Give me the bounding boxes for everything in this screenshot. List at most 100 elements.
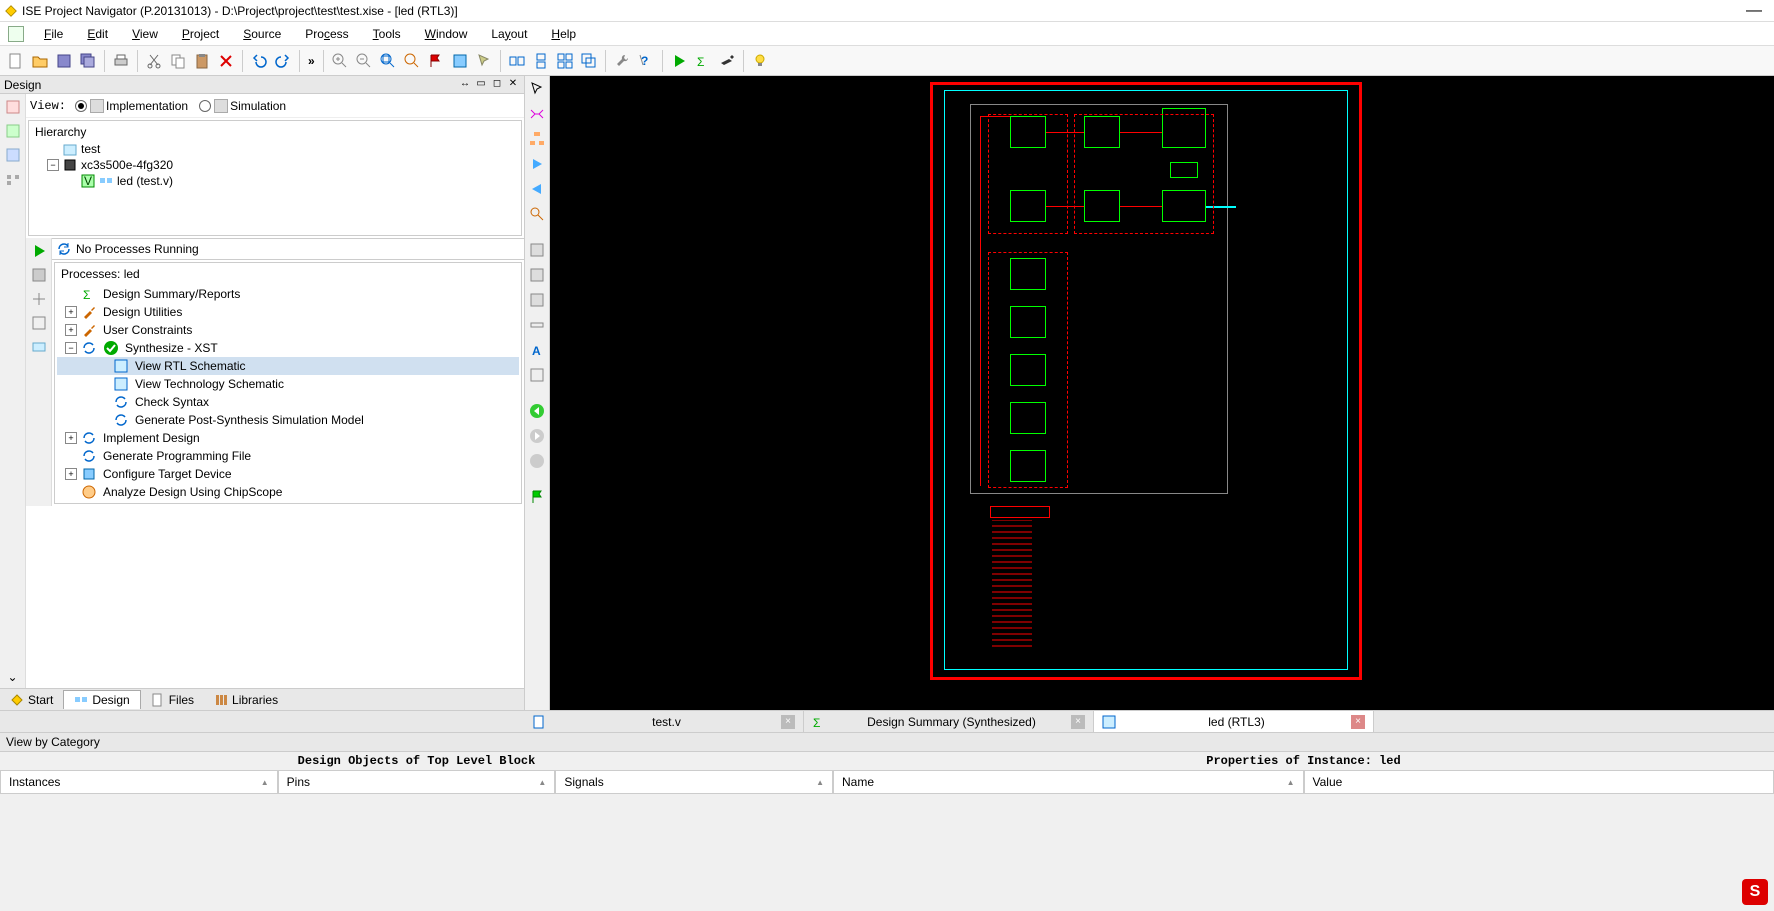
lt-btn-1[interactable] [2, 96, 24, 118]
lightbulb-button[interactable] [748, 49, 772, 73]
ime-indicator-icon[interactable]: S [1742, 879, 1768, 905]
wrench-button[interactable] [610, 49, 634, 73]
tab-start[interactable]: Start [0, 691, 63, 709]
ct-btn-b[interactable] [526, 264, 548, 286]
menu-source[interactable]: Source [231, 25, 293, 43]
menu-edit[interactable]: Edit [75, 25, 120, 43]
col-value[interactable]: Value [1304, 770, 1774, 794]
tab-design[interactable]: Design [63, 690, 140, 709]
layout-cascade-button[interactable] [577, 49, 601, 73]
copy-button[interactable] [166, 49, 190, 73]
proc-synthesize[interactable]: − Synthesize - XST [57, 339, 519, 357]
panel-close-icon[interactable]: ✕ [506, 78, 520, 92]
proc-gen-post[interactable]: Generate Post-Synthesis Simulation Model [57, 411, 519, 429]
schematic-canvas[interactable]: /*placeholder*/ [550, 76, 1774, 710]
zoom-fit-button[interactable] [376, 49, 400, 73]
tree-module[interactable]: V led (test.v) [31, 173, 519, 189]
doc-tab-testv[interactable]: test.v × [524, 711, 804, 732]
toolbar-more[interactable]: » [304, 54, 319, 68]
save-all-button[interactable] [76, 49, 100, 73]
close-tab-icon[interactable]: × [781, 715, 795, 729]
menu-window[interactable]: Window [413, 25, 480, 43]
nav-stop-button[interactable] [526, 450, 548, 472]
expander-icon[interactable]: + [65, 432, 77, 444]
proc-btn-3[interactable] [28, 288, 50, 310]
proc-view-rtl[interactable]: View RTL Schematic [57, 357, 519, 375]
tree-device[interactable]: − xc3s500e-4fg320 [31, 157, 519, 173]
menu-file[interactable]: File [32, 25, 75, 43]
play-tool[interactable] [526, 153, 548, 175]
proc-configure[interactable]: + Configure Target Device [57, 465, 519, 483]
tree-project[interactable]: test [31, 141, 519, 157]
menu-project[interactable]: Project [170, 25, 231, 43]
pointer-tool[interactable] [472, 49, 496, 73]
nav-fwd-button[interactable] [526, 425, 548, 447]
menu-help[interactable]: Help [539, 25, 588, 43]
proc-check-syntax[interactable]: Check Syntax [57, 393, 519, 411]
zoom-in-button[interactable] [328, 49, 352, 73]
simulation-radio[interactable] [199, 100, 211, 112]
menu-layout[interactable]: Layout [479, 25, 539, 43]
proc-analyze[interactable]: Analyze Design Using ChipScope [57, 483, 519, 501]
expander-icon[interactable]: + [65, 306, 77, 318]
lt-btn-3[interactable] [2, 144, 24, 166]
lt-expand-icon[interactable]: ⌄ [0, 670, 25, 684]
help-button[interactable]: ? [634, 49, 658, 73]
menu-tools[interactable]: Tools [361, 25, 413, 43]
redo-button[interactable] [271, 49, 295, 73]
undo-button[interactable] [247, 49, 271, 73]
proc-user-constraints[interactable]: + User Constraints [57, 321, 519, 339]
run-process-button[interactable] [28, 240, 50, 262]
menu-view[interactable]: View [120, 25, 170, 43]
highlight-button[interactable] [448, 49, 472, 73]
expander-icon[interactable]: − [65, 342, 77, 354]
layout-h-button[interactable] [505, 49, 529, 73]
layout-grid-button[interactable] [553, 49, 577, 73]
proc-implement[interactable]: + Implement Design [57, 429, 519, 447]
telescope-button[interactable] [715, 49, 739, 73]
run-button[interactable] [667, 49, 691, 73]
expander-icon[interactable]: + [65, 468, 77, 480]
menu-process[interactable]: Process [293, 25, 360, 43]
proc-btn-4[interactable] [28, 312, 50, 334]
lt-btn-2[interactable] [2, 120, 24, 142]
expander-icon[interactable]: − [47, 159, 59, 171]
hierarchy-tool[interactable] [526, 128, 548, 150]
proc-btn-2[interactable] [28, 264, 50, 286]
zoom-area-button[interactable] [400, 49, 424, 73]
minimize-button[interactable]: — [1738, 2, 1770, 20]
col-name[interactable]: Name ▲ [833, 770, 1304, 794]
expander-icon[interactable]: + [65, 324, 77, 336]
tab-libraries[interactable]: Libraries [204, 691, 288, 709]
implementation-radio[interactable] [75, 100, 87, 112]
paste-button[interactable] [190, 49, 214, 73]
proc-design-summary[interactable]: Σ Design Summary/Reports [57, 285, 519, 303]
proc-design-utilities[interactable]: + Design Utilities [57, 303, 519, 321]
ct-btn-d[interactable] [526, 314, 548, 336]
delete-button[interactable] [214, 49, 238, 73]
col-instances[interactable]: Instances ▲ [0, 770, 278, 794]
ct-btn-a[interactable] [526, 239, 548, 261]
print-button[interactable] [109, 49, 133, 73]
proc-view-tech[interactable]: View Technology Schematic [57, 375, 519, 393]
find-tool[interactable] [526, 203, 548, 225]
back-tool[interactable] [526, 178, 548, 200]
close-tab-icon[interactable]: × [1351, 715, 1365, 729]
sigma-button[interactable]: Σ [691, 49, 715, 73]
select-tool[interactable] [526, 78, 548, 100]
proc-btn-5[interactable] [28, 336, 50, 358]
zoom-flag-button[interactable] [424, 49, 448, 73]
ct-btn-e[interactable] [526, 364, 548, 386]
net-tool[interactable] [526, 103, 548, 125]
text-tool[interactable]: A [526, 339, 548, 361]
zoom-out-button[interactable] [352, 49, 376, 73]
nav-back-button[interactable] [526, 400, 548, 422]
tab-files[interactable]: Files [141, 691, 204, 709]
lt-btn-4[interactable] [2, 168, 24, 190]
close-tab-icon[interactable]: × [1071, 715, 1085, 729]
col-pins[interactable]: Pins ▲ [278, 770, 556, 794]
layout-v-button[interactable] [529, 49, 553, 73]
app-menu-icon[interactable] [8, 26, 24, 42]
cut-button[interactable] [142, 49, 166, 73]
panel-max-icon[interactable]: ◻ [490, 78, 504, 92]
